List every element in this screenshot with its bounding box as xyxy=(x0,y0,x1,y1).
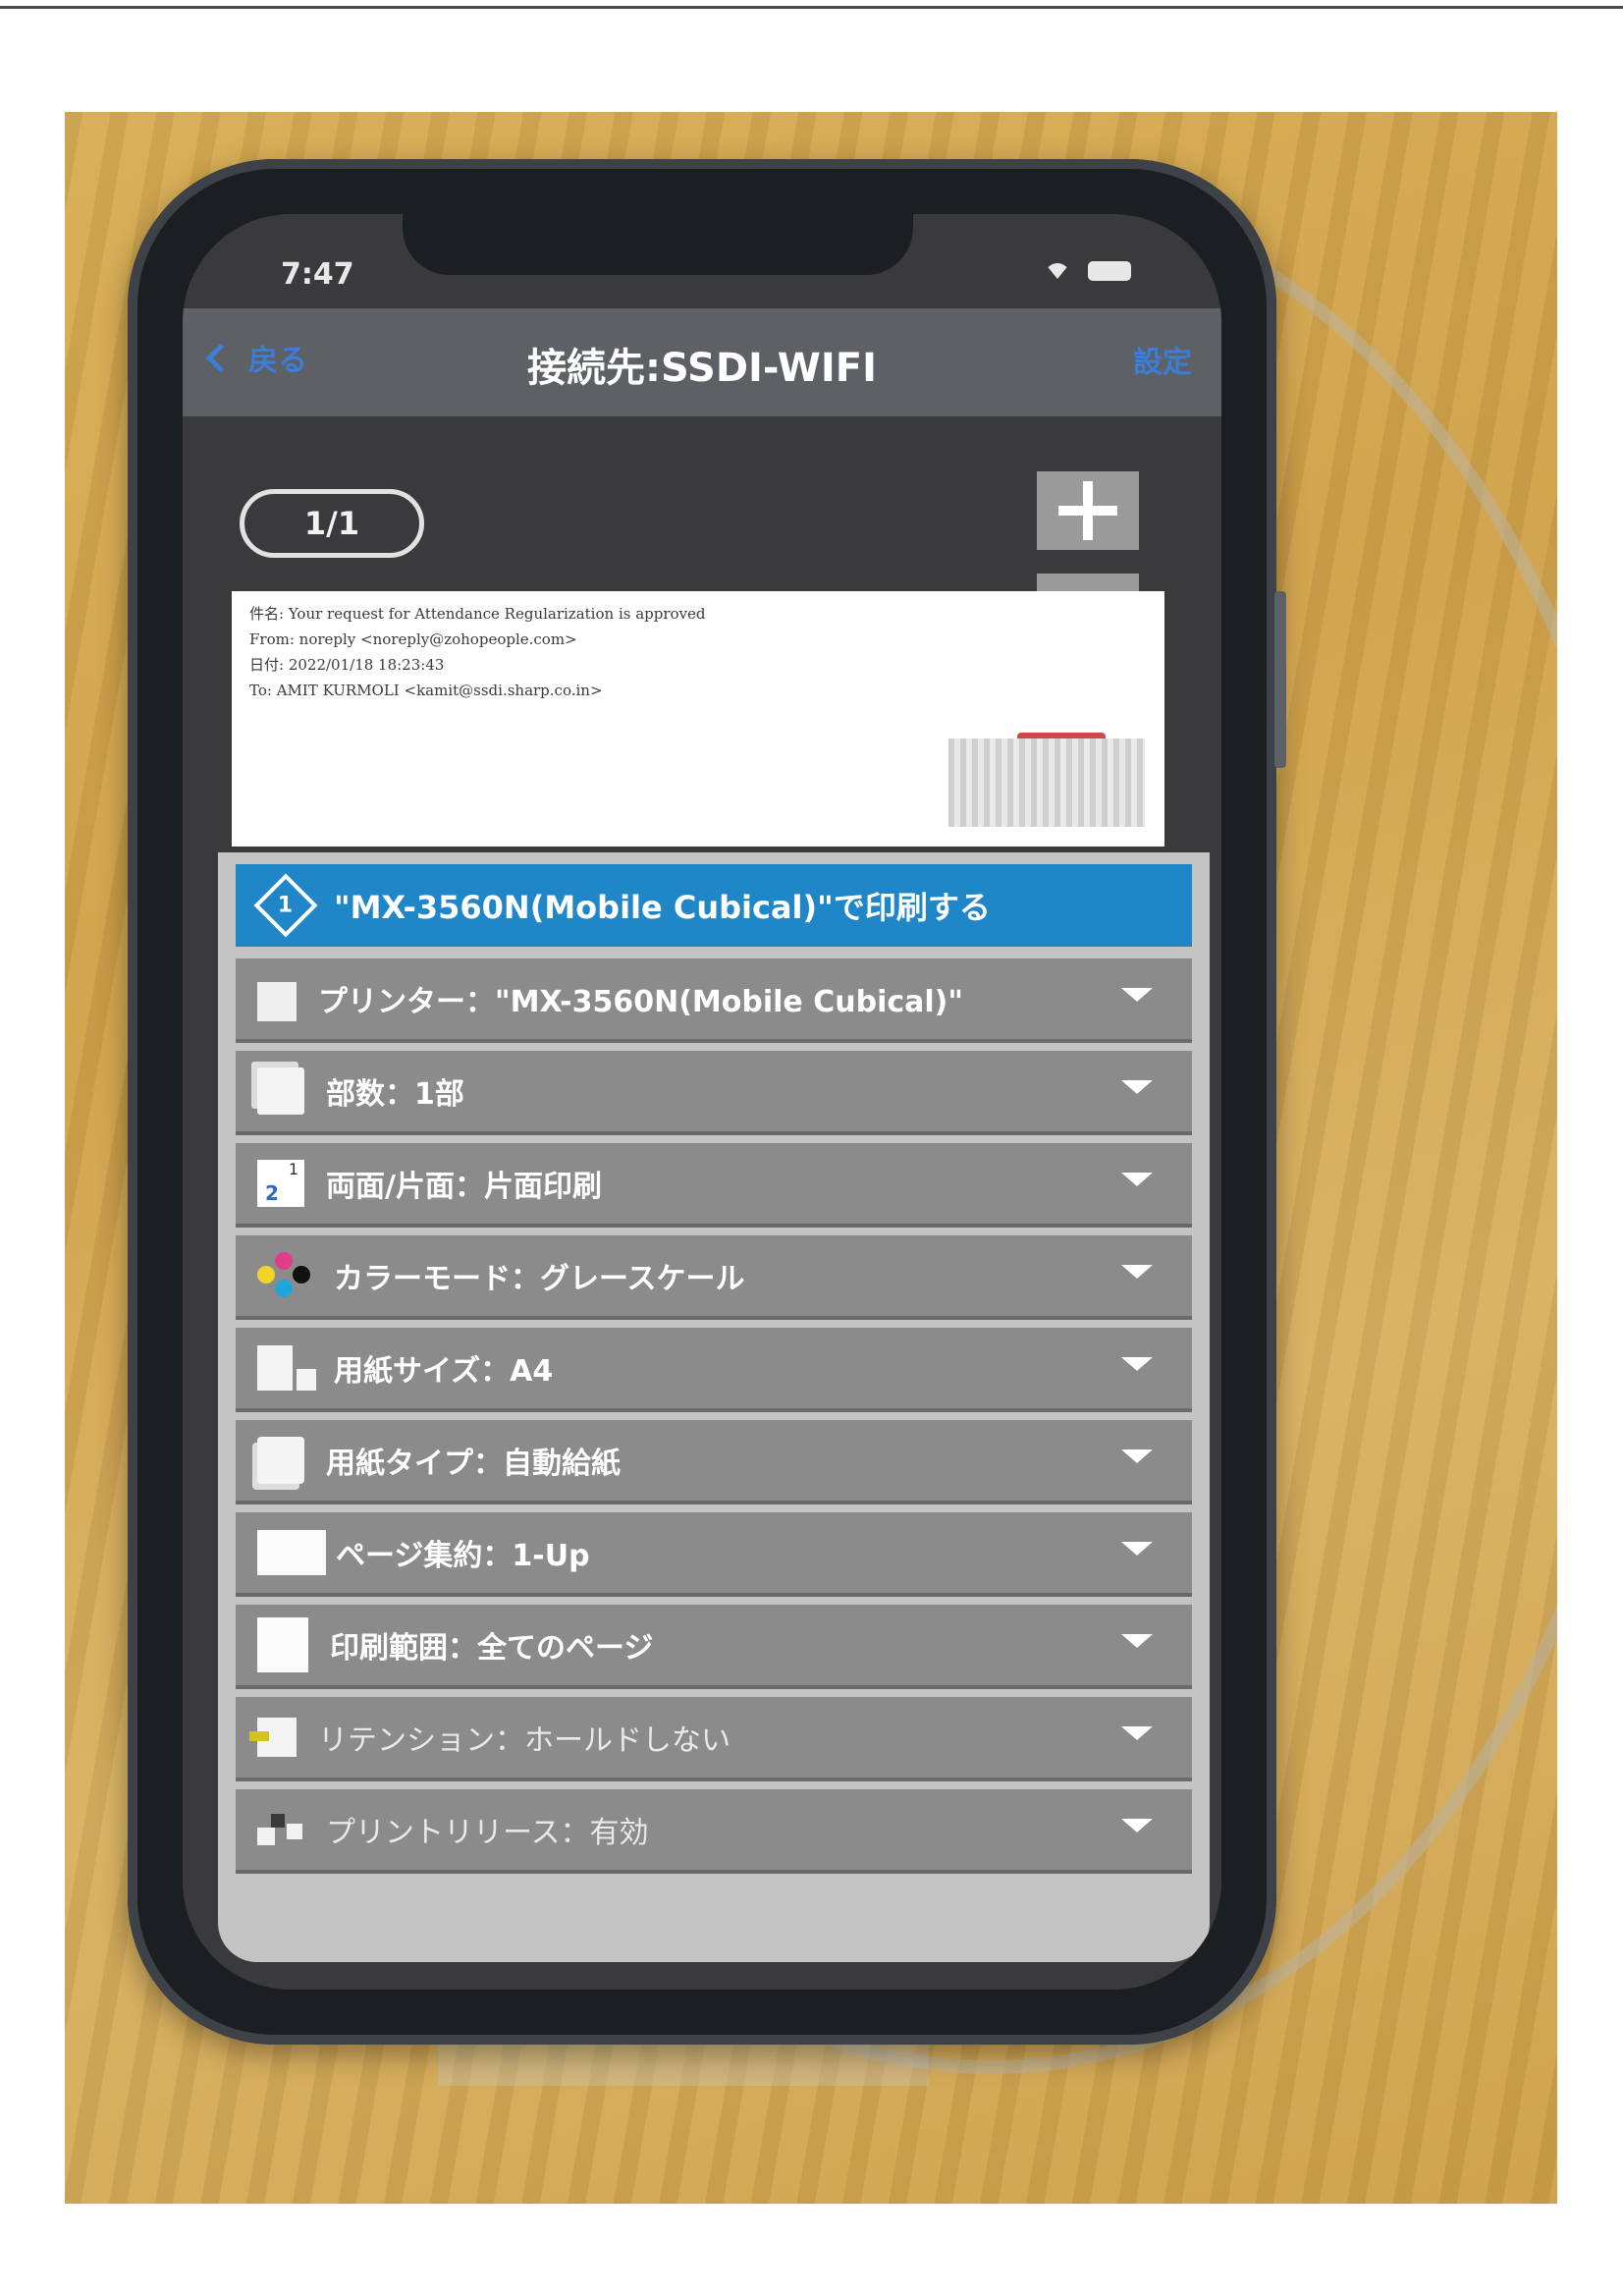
release-square xyxy=(271,1814,285,1828)
zoom-in-button[interactable] xyxy=(1037,471,1139,550)
release-square xyxy=(257,1828,275,1845)
setting-label: 部数：1部 xyxy=(326,1077,464,1112)
phone-body: 7:47 戻る 接続先:SSDI-WIFI 設定 1/1 件名: Your re… xyxy=(128,159,1286,2045)
plus-icon xyxy=(1058,481,1117,540)
setting-retention[interactable]: リテンション：ホールドしない xyxy=(236,1697,1192,1777)
setting-print-range[interactable]: 印刷範囲：全てのページ xyxy=(236,1605,1192,1685)
yellow-dot xyxy=(257,1266,275,1284)
side-button xyxy=(1274,591,1286,768)
navigation-bar: 戻る 接続先:SSDI-WIFI 設定 xyxy=(183,308,1221,416)
scan-top-edge xyxy=(0,6,1623,9)
retention-icon xyxy=(249,1718,297,1757)
chevron-down-icon xyxy=(1121,1819,1153,1832)
email-date: 日付: 2022/01/18 18:23:43 xyxy=(249,656,445,674)
chevron-down-icon xyxy=(1121,1080,1153,1094)
setting-duplex[interactable]: 両面/片面：片面印刷 xyxy=(236,1143,1192,1224)
setting-label: ページ集約：1-Up xyxy=(336,1539,590,1573)
setting-copies[interactable]: 部数：1部 xyxy=(236,1051,1192,1131)
chevron-down-icon xyxy=(1121,1449,1153,1463)
paper-type-icon xyxy=(257,1437,304,1484)
phone-screen: 7:47 戻る 接続先:SSDI-WIFI 設定 1/1 件名: Your re… xyxy=(183,214,1221,1990)
status-icons xyxy=(1045,261,1131,281)
print-range-icon xyxy=(257,1617,308,1672)
settings-button[interactable]: 設定 xyxy=(1133,338,1192,381)
setting-printer[interactable]: プリンター："MX-3560N(Mobile Cubical)" xyxy=(236,958,1192,1039)
duplex-icon xyxy=(257,1160,304,1207)
chevron-down-icon xyxy=(1121,1726,1153,1740)
print-button-label: "MX-3560N(Mobile Cubical)"で印刷する xyxy=(334,889,991,926)
setting-paper-type[interactable]: 用紙タイプ：自動給紙 xyxy=(236,1420,1192,1501)
chevron-down-icon xyxy=(1121,1265,1153,1279)
email-to: To: AMIT KURMOLI <kamit@ssdi.sharp.co.in… xyxy=(249,682,603,699)
print-icon: 1 xyxy=(253,873,318,938)
chevron-down-icon xyxy=(1121,988,1153,1002)
setting-color-mode[interactable]: カラーモード：グレースケール xyxy=(236,1235,1192,1316)
setting-label: カラーモード：グレースケール xyxy=(334,1262,745,1296)
email-subject: 件名: Your request for Attendance Regulari… xyxy=(249,605,706,623)
setting-n-up[interactable]: ページ集約：1-Up xyxy=(236,1512,1192,1593)
copies-icon xyxy=(257,1067,304,1115)
nav-title: 接続先:SSDI-WIFI xyxy=(527,346,877,391)
paper-size-icon xyxy=(257,1345,316,1391)
battery-icon xyxy=(1088,261,1131,281)
chevron-down-icon xyxy=(1121,1542,1153,1556)
email-from: From: noreply <noreply@zohopeople.com> xyxy=(249,630,577,648)
setting-label: リテンション：ホールドしない xyxy=(318,1723,730,1758)
setting-print-release[interactable]: プリントリリース：有効 xyxy=(236,1789,1192,1870)
setting-label: 用紙タイプ：自動給紙 xyxy=(326,1447,621,1481)
email-image xyxy=(948,738,1145,827)
black-dot xyxy=(293,1266,310,1284)
setting-label: プリンター："MX-3560N(Mobile Cubical)" xyxy=(318,985,964,1019)
release-square xyxy=(287,1824,302,1839)
wifi-icon xyxy=(1045,263,1070,279)
status-time: 7:47 xyxy=(281,257,354,292)
photo-background: 7:47 戻る 接続先:SSDI-WIFI 設定 1/1 件名: Your re… xyxy=(65,112,1557,2204)
notch xyxy=(403,214,913,275)
cyan-dot xyxy=(275,1280,293,1297)
color-mode-icon xyxy=(257,1252,312,1299)
n-up-icon xyxy=(257,1530,326,1575)
setting-label: プリントリリース：有効 xyxy=(326,1816,649,1850)
setting-label: 印刷範囲：全てのページ xyxy=(330,1631,654,1666)
chevron-down-icon xyxy=(1121,1357,1153,1371)
chevron-down-icon xyxy=(1121,1173,1153,1186)
print-release-icon xyxy=(257,1810,304,1849)
setting-label: 両面/片面：片面印刷 xyxy=(326,1170,602,1204)
page-counter: 1/1 xyxy=(240,489,424,558)
print-settings-panel: 1 "MX-3560N(Mobile Cubical)"で印刷する プリンター：… xyxy=(218,852,1210,1962)
magenta-dot xyxy=(275,1252,293,1270)
setting-paper-size[interactable]: 用紙サイズ：A4 xyxy=(236,1328,1192,1408)
document-preview[interactable]: 件名: Your request for Attendance Regulari… xyxy=(232,591,1164,847)
setting-label: 用紙サイズ：A4 xyxy=(334,1354,554,1389)
chevron-down-icon xyxy=(1121,1634,1153,1648)
printer-icon xyxy=(257,982,297,1021)
print-button[interactable]: 1 "MX-3560N(Mobile Cubical)"で印刷する xyxy=(236,864,1192,947)
